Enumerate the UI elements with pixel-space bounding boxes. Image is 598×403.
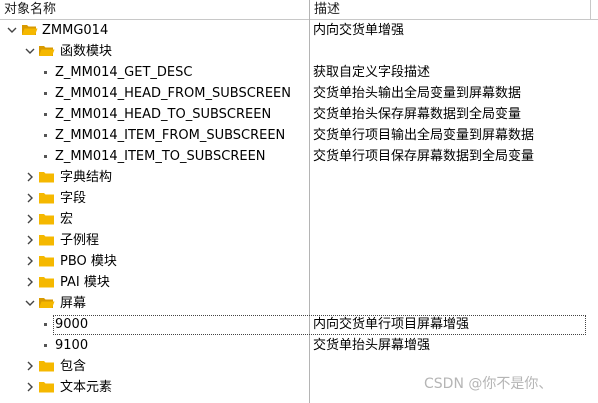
- tree-node-function-modules[interactable]: 函数模块: [0, 41, 598, 62]
- tree-node-label: Z_MM014_ITEM_FROM_SUBSCREEN: [55, 128, 286, 143]
- chevron-right-icon[interactable]: [23, 170, 37, 184]
- bullet-icon: [44, 344, 47, 347]
- tree-node-label: 子例程: [60, 233, 100, 248]
- folder-icon: [38, 233, 55, 247]
- tree-node-desc: 获取自定义字段描述: [313, 65, 431, 80]
- tree-node-label: 宏: [60, 212, 74, 227]
- tree-node-label: 9100: [55, 338, 89, 353]
- chevron-right-icon[interactable]: [23, 212, 37, 226]
- bullet-icon: [44, 134, 47, 137]
- bullet-icon: [44, 71, 47, 74]
- tree-node-label: Z_MM014_HEAD_FROM_SUBSCREEN: [55, 86, 291, 101]
- chevron-right-icon[interactable]: [23, 254, 37, 268]
- chevron-right-icon[interactable]: [23, 275, 37, 289]
- tree-node-label: 字段: [60, 191, 87, 206]
- tree-node-label: 屏幕: [60, 296, 87, 311]
- tree-node-folder[interactable]: 字典结构: [0, 167, 598, 188]
- folder-icon: [38, 170, 55, 184]
- chevron-right-icon[interactable]: [23, 191, 37, 205]
- watermark: CSDN @你不是你、: [424, 376, 553, 392]
- open-folder-icon: [38, 44, 55, 58]
- tree-node-folder[interactable]: 子例程: [0, 230, 598, 251]
- chevron-right-icon[interactable]: [23, 359, 37, 373]
- bullet-icon: [44, 155, 47, 158]
- bullet-icon: [44, 323, 47, 326]
- header-edge: [590, 0, 591, 20]
- tree-node-screens[interactable]: 屏幕: [0, 293, 598, 314]
- tree-node-label: 文本元素: [60, 380, 113, 395]
- tree-leaf-function-module[interactable]: Z_MM014_ITEM_FROM_SUBSCREEN 交货单行项目输出全局变量…: [0, 125, 598, 146]
- tree-leaf-function-module[interactable]: Z_MM014_HEAD_FROM_SUBSCREEN 交货单抬头输出全局变量到…: [0, 83, 598, 104]
- tree-node-label: 函数模块: [60, 44, 113, 59]
- chevron-down-icon[interactable]: [5, 23, 19, 37]
- tree-node-label: 包含: [60, 359, 87, 374]
- tree-node-desc: 交货单行项目输出全局变量到屏幕数据: [313, 128, 535, 143]
- tree-node-desc: 交货单抬头输出全局变量到屏幕数据: [313, 86, 522, 101]
- tree-node-folder[interactable]: PBO 模块: [0, 251, 598, 272]
- tree-node-label: ZMMG014: [42, 23, 109, 38]
- tree-node-desc: 内向交货单增强: [313, 23, 405, 38]
- folder-icon: [38, 275, 55, 289]
- column-header: 对象名称 描述: [0, 0, 598, 20]
- bullet-icon: [44, 92, 47, 95]
- tree-node-folder[interactable]: 字段: [0, 188, 598, 209]
- tree-node-desc: 交货单行项目保存屏幕数据到全局变量: [313, 149, 535, 164]
- tree-leaf-function-module[interactable]: Z_MM014_GET_DESC 获取自定义字段描述: [0, 62, 598, 83]
- tree-node-label: 字典结构: [60, 170, 113, 185]
- folder-icon: [38, 212, 55, 226]
- tree-node-desc: 交货单抬头屏幕增强: [313, 338, 431, 353]
- bullet-icon: [44, 113, 47, 116]
- folder-icon: [38, 380, 55, 394]
- tree-node-label: Z_MM014_ITEM_TO_SUBSCREEN: [55, 149, 266, 164]
- open-folder-icon: [21, 23, 38, 37]
- tree-node-label: Z_MM014_GET_DESC: [55, 65, 193, 80]
- tree-leaf-screen[interactable]: 9100 交货单抬头屏幕增强: [0, 335, 598, 356]
- column-header-description[interactable]: 描述: [314, 1, 340, 19]
- chevron-down-icon[interactable]: [23, 44, 37, 58]
- tree-node-label: Z_MM014_HEAD_TO_SUBSCREEN: [55, 107, 272, 122]
- tree-node-root[interactable]: ZMMG014 内向交货单增强: [0, 20, 598, 41]
- chevron-right-icon[interactable]: [23, 380, 37, 394]
- tree-leaf-function-module[interactable]: Z_MM014_ITEM_TO_SUBSCREEN 交货单行项目保存屏幕数据到全…: [0, 146, 598, 167]
- chevron-down-icon[interactable]: [23, 296, 37, 310]
- folder-icon: [38, 359, 55, 373]
- folder-icon: [38, 191, 55, 205]
- tree-leaf-function-module[interactable]: Z_MM014_HEAD_TO_SUBSCREEN 交货单抬头保存屏幕数据到全局…: [0, 104, 598, 125]
- open-folder-icon: [38, 296, 55, 310]
- tree-node-desc: 交货单抬头保存屏幕数据到全局变量: [313, 107, 522, 122]
- tree-node-label: PBO 模块: [60, 254, 117, 269]
- folder-icon: [38, 254, 55, 268]
- tree-node-label: PAI 模块: [60, 275, 110, 290]
- chevron-right-icon[interactable]: [23, 233, 37, 247]
- tree-node-folder[interactable]: 宏: [0, 209, 598, 230]
- selection-focus-outline: [53, 315, 586, 335]
- tree-node-folder[interactable]: PAI 模块: [0, 272, 598, 293]
- column-header-name[interactable]: 对象名称: [4, 1, 56, 19]
